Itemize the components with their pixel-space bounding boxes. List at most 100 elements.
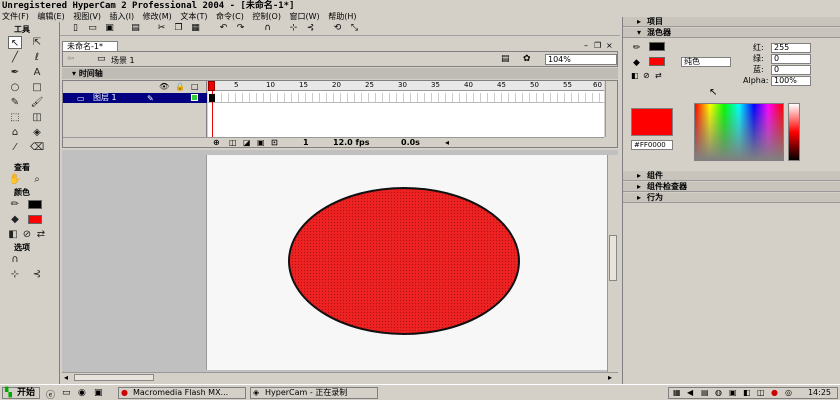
onion-skin-icon[interactable]: ◫ — [229, 138, 237, 148]
panel-components[interactable]: 组件 — [623, 171, 840, 181]
brush-tool-icon[interactable]: 🖌 — [30, 96, 44, 109]
tray-app3-icon[interactable]: ◧ — [743, 388, 751, 398]
menu-file[interactable]: 文件(F) — [2, 12, 29, 22]
fill-color-swatch[interactable] — [28, 215, 42, 224]
quicklaunch-ie-icon[interactable]: ⓔ — [46, 388, 55, 400]
timeline-vscroll[interactable] — [605, 81, 616, 137]
cut-icon[interactable]: ✂ — [156, 23, 167, 34]
mixer-none-icon[interactable]: ⊘ — [643, 71, 650, 80]
keyframe[interactable] — [209, 94, 215, 102]
back-arrow-icon[interactable]: ⇦ — [67, 54, 75, 64]
lock-icon[interactable]: 🔒 — [175, 82, 185, 91]
hscroll-thumb[interactable] — [74, 374, 154, 381]
stroke-color-icon[interactable]: ✏ — [8, 198, 22, 211]
zoom-tool-icon[interactable]: ⌕ — [30, 173, 44, 186]
tray-ime-icon[interactable]: ▤ — [701, 388, 709, 398]
arrow-tool-icon[interactable]: ↖ — [8, 36, 22, 49]
rotate-icon[interactable]: ⟲ — [332, 23, 343, 34]
mixer-stroke-swatch[interactable] — [649, 42, 665, 51]
tray-app4-icon[interactable]: ◫ — [757, 388, 765, 398]
paste-icon[interactable]: ▦ — [190, 23, 201, 34]
quicklaunch-desktop-icon[interactable]: ▭ — [62, 388, 71, 398]
scroll-left-arrow-icon[interactable]: ◂ — [64, 373, 68, 382]
rectangle-tool-icon[interactable]: □ — [30, 81, 44, 94]
start-button[interactable]: ▚ 开始 — [2, 387, 40, 399]
oval-tool-icon[interactable]: ○ — [8, 81, 22, 94]
fill-color-icon[interactable]: ◆ — [8, 213, 22, 226]
task-flash[interactable]: ● Macromedia Flash MX... — [118, 387, 246, 399]
brightness-slider[interactable] — [788, 103, 800, 161]
color-spectrum[interactable] — [694, 103, 784, 161]
edit-symbol-icon[interactable]: ✿ — [523, 54, 531, 64]
no-color-icon[interactable]: ⊘ — [20, 228, 34, 241]
smooth-icon[interactable]: ⊹ — [288, 23, 299, 34]
tray-network-icon[interactable]: ▦ — [673, 388, 681, 398]
outline-icon[interactable]: □ — [191, 82, 199, 91]
panel-project[interactable]: 项目 — [623, 17, 840, 27]
red-input[interactable]: 255 — [771, 43, 811, 53]
redo-icon[interactable]: ↷ — [235, 23, 246, 34]
mixer-fill-swatch[interactable] — [649, 57, 665, 66]
timeline-header[interactable]: ▾ 时间轴 — [62, 68, 618, 79]
blue-input[interactable]: 0 — [771, 65, 811, 75]
zoom-select[interactable]: 104% — [545, 54, 617, 65]
layer-row[interactable]: 图层 1 — [63, 93, 207, 103]
undo-icon[interactable]: ↶ — [218, 23, 229, 34]
vscroll-thumb[interactable] — [609, 235, 617, 281]
snap-magnet-icon[interactable]: ∩ — [262, 23, 273, 34]
fill-transform-icon[interactable]: ◫ — [30, 111, 44, 124]
edit-scene-icon[interactable]: ▤ — [501, 54, 510, 64]
text-tool-icon[interactable]: A — [30, 66, 44, 79]
restore-doc-icon[interactable]: ❐ — [594, 41, 601, 50]
panel-color-mixer[interactable]: 混色器 — [623, 28, 840, 38]
new-file-icon[interactable]: ▯ — [70, 23, 81, 34]
hex-value-input[interactable]: #FF0000 — [631, 140, 673, 150]
eraser-icon[interactable]: ⌫ — [30, 141, 44, 154]
snap-to-objects-icon[interactable]: ∩ — [8, 253, 22, 266]
tray-app2-icon[interactable]: ▣ — [729, 388, 737, 398]
alpha-input[interactable]: 100% — [771, 76, 811, 86]
tray-record-icon[interactable]: ● — [771, 388, 778, 398]
stage-hscroll[interactable]: ◂ ▸ — [62, 372, 618, 382]
stroke-color-swatch[interactable] — [28, 200, 42, 209]
stage-canvas[interactable] — [206, 155, 608, 370]
pen-tool-icon[interactable]: ✒ — [8, 66, 22, 79]
hand-tool-icon[interactable]: ✋ — [8, 173, 22, 186]
stage-vscroll[interactable] — [607, 155, 618, 372]
paint-bucket-icon[interactable]: ◈ — [30, 126, 44, 139]
collapse-timeline-icon[interactable]: ▾ — [72, 69, 79, 78]
pencil-tool-icon[interactable]: ✎ — [8, 96, 22, 109]
scroll-left-icon[interactable]: ◂ — [445, 138, 449, 148]
red-circle[interactable] — [288, 187, 520, 335]
outline-color-swatch[interactable] — [191, 94, 198, 101]
straighten-option-icon[interactable]: ⊰ — [30, 268, 44, 281]
tray-app-icon[interactable]: ◍ — [715, 388, 722, 398]
free-transform-icon[interactable]: ⬚ — [8, 111, 22, 124]
show-hide-eye-icon[interactable]: 👁 — [159, 82, 169, 91]
quicklaunch-explorer-icon[interactable]: ▣ — [94, 388, 103, 398]
center-frame-icon[interactable]: ⊕ — [213, 138, 220, 148]
lasso-tool-icon[interactable]: ℓ — [30, 51, 44, 64]
smooth-option-icon[interactable]: ⊹ — [8, 268, 22, 281]
frames-row[interactable] — [208, 93, 604, 103]
onion-outline-icon[interactable]: ◪ — [243, 138, 251, 148]
scroll-right-arrow-icon[interactable]: ▸ — [608, 373, 612, 382]
copy-icon[interactable]: ❐ — [173, 23, 184, 34]
eyedropper-icon[interactable]: ⁄ — [8, 141, 22, 154]
document-tab[interactable]: 未命名-1* — [62, 41, 118, 51]
subselect-tool-icon[interactable]: ⇱ — [30, 36, 44, 49]
green-input[interactable]: 0 — [771, 54, 811, 64]
mixer-swap-icon[interactable]: ⇄ — [655, 71, 662, 80]
tray-volume-icon[interactable]: ◀ — [687, 388, 693, 398]
fill-type-select[interactable]: 纯色 — [681, 57, 731, 67]
panel-actions[interactable]: 行为 — [623, 193, 840, 203]
edit-multiple-icon[interactable]: ▣ — [257, 138, 265, 148]
task-hypercam[interactable]: ◈ HyperCam - 正在录制 — [250, 387, 378, 399]
panel-component-inspector[interactable]: 组件检查器 — [623, 182, 840, 192]
print-icon[interactable]: ▤ — [130, 23, 141, 34]
mixer-default-icon[interactable]: ◧ — [631, 71, 639, 80]
swap-colors-icon[interactable]: ⇄ — [34, 228, 48, 241]
default-colors-icon[interactable]: ◧ — [6, 228, 20, 241]
open-file-icon[interactable]: ▭ — [87, 23, 98, 34]
close-doc-icon[interactable]: × — [606, 41, 613, 50]
